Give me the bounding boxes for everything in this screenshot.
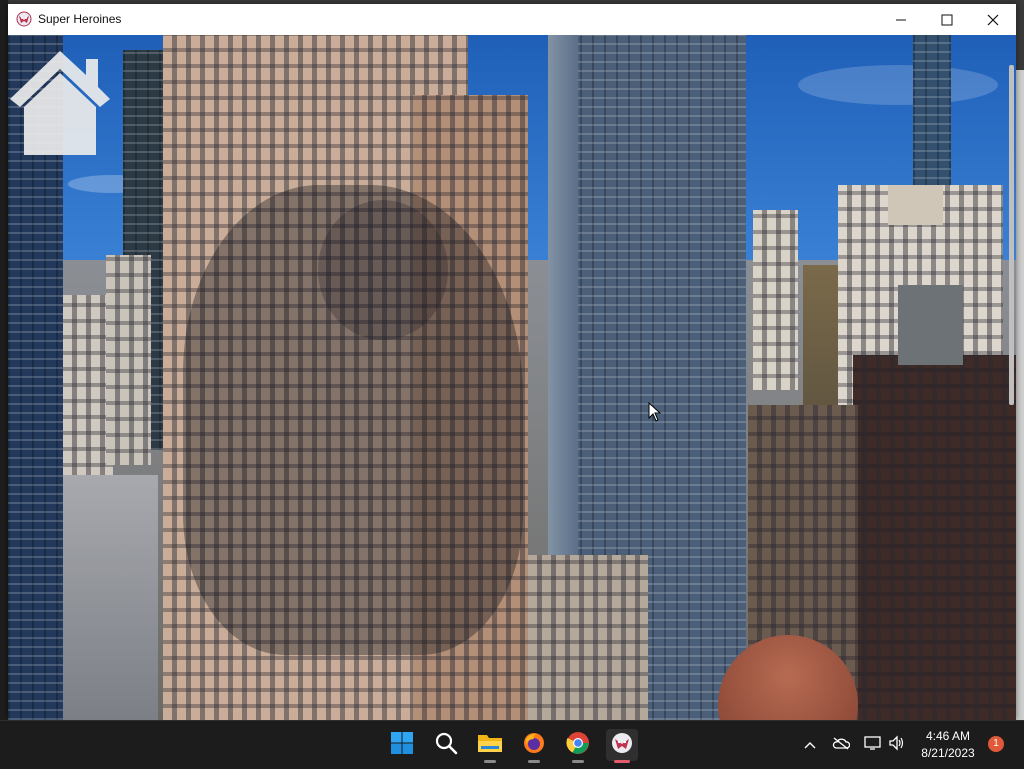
chrome-icon	[566, 731, 590, 760]
cloud	[798, 65, 998, 105]
desktop-edge-left	[0, 0, 8, 720]
running-indicator	[572, 760, 584, 763]
building-grey-block	[898, 285, 963, 365]
onedrive-icon	[832, 736, 851, 755]
chrome-button[interactable]	[562, 729, 594, 763]
clock-date: 8/21/2023	[921, 746, 975, 760]
building-shadow-head	[318, 200, 448, 340]
window-title: Super Heroines	[38, 12, 122, 26]
firefox-icon	[522, 731, 546, 760]
home-button[interactable]	[8, 47, 112, 157]
building-white-left-2	[106, 255, 151, 465]
mouse-cursor-icon	[648, 401, 662, 422]
notification-badge[interactable]: 1	[988, 736, 1004, 752]
super-heroines-app-icon	[611, 732, 633, 759]
search-icon	[434, 731, 458, 760]
tray-overflow-button[interactable]	[800, 721, 820, 769]
chevron-up-icon	[804, 736, 816, 754]
close-button[interactable]	[970, 4, 1016, 35]
home-icon	[8, 51, 112, 161]
building-lowrise-middle	[528, 555, 648, 720]
onedrive-button[interactable]	[830, 721, 852, 769]
running-indicator	[484, 760, 496, 763]
file-explorer-icon	[477, 731, 503, 760]
network-icon	[864, 735, 882, 756]
maximize-icon	[941, 14, 953, 26]
building-lowrise-left	[63, 475, 158, 720]
taskbar: 4:46 AM 8/21/2023	[0, 720, 1024, 769]
app-window: Super Heroines	[8, 4, 1016, 720]
search-button[interactable]	[430, 729, 462, 761]
desktop-edge-right	[1016, 70, 1024, 720]
minimize-button[interactable]	[878, 4, 924, 35]
clock[interactable]: 4:46 AM 8/21/2023	[912, 728, 984, 762]
building-glass-tower-edge	[548, 35, 578, 555]
scrollbar[interactable]	[1008, 35, 1016, 720]
building-spire	[753, 210, 798, 390]
clock-time: 4:46 AM	[925, 729, 971, 743]
network-button[interactable]	[862, 721, 884, 769]
app-icon	[16, 11, 32, 27]
active-indicator	[614, 760, 630, 763]
maximize-button[interactable]	[924, 4, 970, 35]
volume-icon	[888, 734, 906, 756]
running-indicator	[528, 760, 540, 763]
start-icon	[390, 731, 414, 760]
close-icon	[987, 14, 999, 26]
file-explorer-button[interactable]	[474, 729, 506, 763]
super-heroines-taskbar-button[interactable]	[606, 729, 638, 763]
content-area	[8, 35, 1016, 720]
start-button[interactable]	[386, 729, 418, 761]
minimize-icon	[895, 14, 907, 26]
title-bar[interactable]: Super Heroines	[8, 4, 1016, 35]
building-dark-brown	[853, 355, 1016, 720]
volume-button[interactable]	[886, 721, 908, 769]
firefox-button[interactable]	[518, 729, 550, 763]
building-white-right-cap	[888, 185, 943, 225]
